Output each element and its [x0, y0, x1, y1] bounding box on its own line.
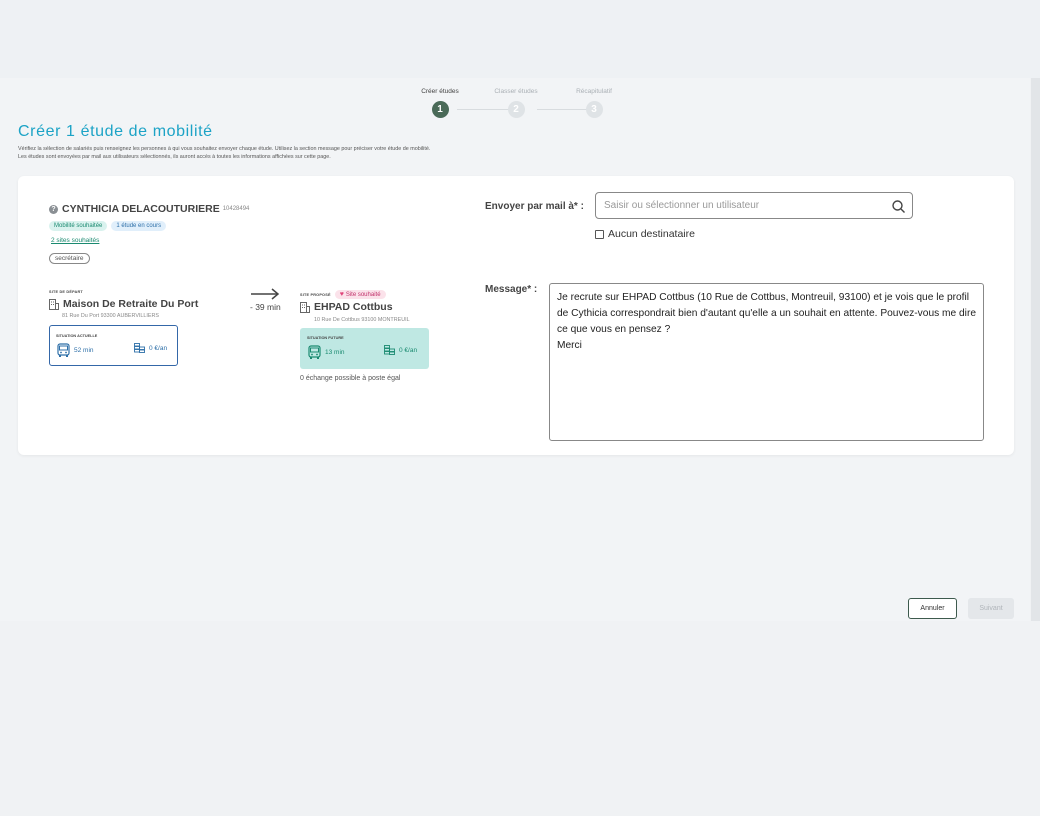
search-icon[interactable] [891, 199, 906, 214]
future-situation-box: SITUATION FUTURE 13 min 0 €/an [300, 328, 429, 369]
departure-site-label: SITE DE DÉPART [49, 290, 83, 294]
vertical-scrollbar[interactable] [1031, 78, 1040, 621]
current-cost-value: 0 €/an [149, 345, 168, 352]
no-recipient-checkbox[interactable] [595, 229, 604, 239]
proposed-site-label: SITE PROPOSÉ [300, 292, 331, 297]
proposed-site-header: SITE PROPOSÉ ♥ Site souhaité [300, 290, 386, 299]
exchange-info: 0 échange possible à poste égal [300, 375, 401, 382]
step-3[interactable]: Récapitulatif 3 [559, 88, 629, 118]
future-situation-label: SITUATION FUTURE [307, 336, 344, 340]
step-label: Classer études [494, 88, 538, 95]
departure-site-name: Maison De Retraite Du Port [63, 298, 199, 310]
wished-site-badge: ♥ Site souhaité [334, 290, 386, 299]
wished-sites-link[interactable]: 2 sites souhaités [51, 237, 99, 244]
no-recipient-option[interactable]: Aucun destinataire [595, 228, 695, 240]
subtitle-line: Les études sont envoyées par mail aux ut… [18, 154, 331, 160]
mobility-wish-badge: Mobilité souhaitée [49, 221, 108, 231]
step-2[interactable]: Classer études 2 [481, 88, 551, 118]
future-cost-value: 0 €/an [399, 347, 418, 354]
message-text[interactable]: Je recrute sur EHPAD Cottbus (10 Rue de … [557, 290, 976, 354]
proposed-site-address: 10 Rue De Cottbus 93100 MONTREUIL [314, 317, 410, 323]
message-label: Message* : [485, 284, 538, 295]
step-number: 1 [431, 101, 449, 118]
proposed-site: EHPAD Cottbus [300, 301, 393, 313]
step-number: 3 [585, 101, 603, 118]
step-number: 2 [507, 101, 525, 118]
arrow-right-icon [251, 288, 280, 300]
departure-site: Maison De Retraite Du Port [49, 298, 198, 310]
next-button[interactable]: Suivant [968, 598, 1014, 619]
current-duration: 52 min [56, 343, 94, 358]
coins-icon [384, 345, 395, 355]
page-subtitle: Vérifiez la sélection de salariés puis r… [18, 145, 658, 161]
current-duration-value: 52 min [74, 347, 94, 354]
employee-id: 10428494 [222, 206, 250, 212]
coins-icon [134, 343, 145, 353]
recipient-search[interactable] [595, 192, 913, 219]
study-in-progress-badge: 1 étude en cours [111, 221, 167, 231]
message-textarea[interactable]: Je recrute sur EHPAD Cottbus (10 Rue de … [549, 283, 984, 441]
study-card: ? CYNTHICIA DELACOUTURIERE 10428494 Mobi… [18, 176, 1014, 455]
cancel-button[interactable]: Annuler [908, 598, 957, 619]
help-icon[interactable]: ? [49, 204, 58, 214]
building-icon [49, 298, 59, 310]
employee-badges: Mobilité souhaitée 1 étude en cours [49, 221, 167, 231]
building-icon [300, 301, 310, 313]
job-tag: secrétaire [49, 253, 90, 264]
page-title: Créer 1 étude de mobilité [18, 123, 213, 140]
top-band [0, 0, 1040, 78]
current-cost: 0 €/an [134, 343, 167, 354]
bus-icon [57, 343, 70, 357]
current-situation-box: SITUATION ACTUELLE 52 min 0 €/an [49, 325, 178, 366]
step-label: Récapitulatif [576, 88, 612, 95]
future-duration-value: 13 min [325, 349, 345, 356]
future-cost: 0 €/an [384, 345, 417, 356]
employee-header: ? CYNTHICIA DELACOUTURIERE 10428494 [49, 203, 249, 215]
current-situation-label: SITUATION ACTUELLE [56, 334, 98, 338]
bus-icon [308, 345, 321, 359]
employee-name: CYNTHICIA DELACOUTURIERE [62, 203, 220, 215]
recipient-search-input[interactable] [604, 198, 874, 213]
step-1[interactable]: Créer études 1 [405, 88, 475, 118]
bottom-band [0, 621, 1040, 816]
heart-icon: ♥ [339, 291, 344, 298]
no-recipient-label: Aucun destinataire [608, 228, 695, 240]
send-mail-label: Envoyer par mail à* : [485, 201, 584, 212]
wished-site-badge-label: Site souhaité [345, 291, 381, 298]
proposed-site-name: EHPAD Cottbus [314, 301, 393, 313]
future-duration: 13 min [307, 345, 345, 360]
departure-site-address: 81 Rue Du Port 93300 AUBERVILLIERS [62, 313, 159, 319]
subtitle-line: Vérifiez la sélection de salariés puis r… [18, 146, 431, 152]
step-label: Créer études [421, 88, 459, 95]
time-difference: - 39 min [250, 302, 281, 312]
stepper: Créer études 1 Classer études 2 Récapitu… [405, 88, 635, 120]
